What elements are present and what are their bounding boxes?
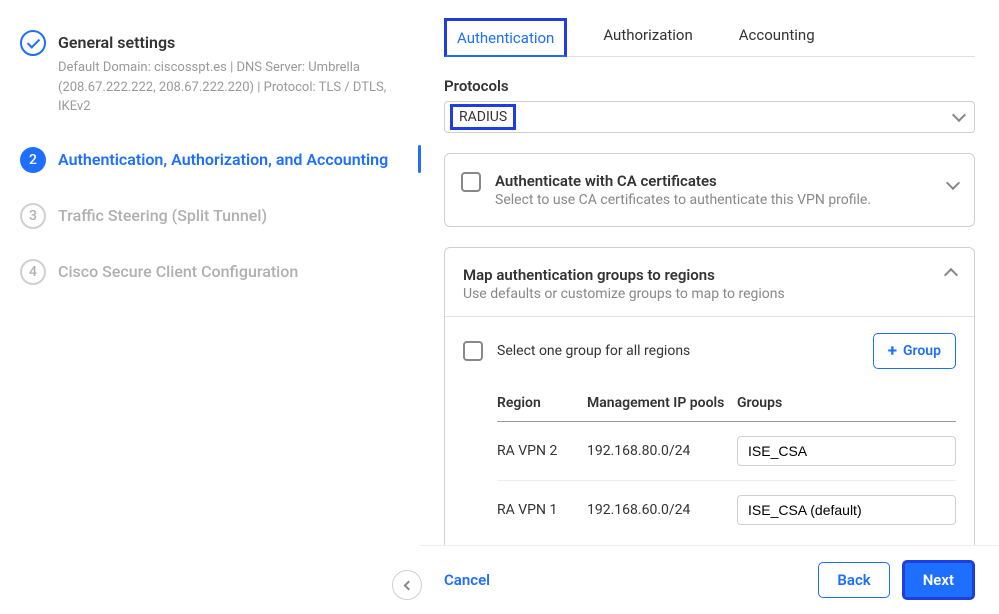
step2-title: Authentication, Authorization, and Accou…	[58, 147, 400, 173]
group-input[interactable]	[737, 436, 956, 466]
step-aaa[interactable]: 2 Authentication, Authorization, and Acc…	[20, 147, 400, 173]
ca-cert-sub: Select to use CA certificates to authent…	[495, 192, 871, 208]
group-btn-label: Group	[903, 343, 941, 359]
th-region: Region	[497, 395, 587, 411]
next-button[interactable]: Next	[902, 560, 975, 600]
add-group-button[interactable]: Group	[873, 333, 956, 369]
step4-num: 4	[20, 259, 46, 285]
tab-authentication[interactable]: Authentication	[444, 18, 567, 57]
select-all-label: Select one group for all regions	[497, 343, 690, 359]
protocols-value: RADIUS	[450, 104, 516, 130]
ca-cert-panel[interactable]: Authenticate with CA certificates Select…	[444, 153, 975, 227]
ca-cert-title: Authenticate with CA certificates	[495, 172, 871, 190]
cell-ip: 192.168.80.0/24	[587, 443, 737, 459]
tab-authorization[interactable]: Authorization	[593, 18, 702, 56]
group-input[interactable]	[737, 495, 956, 525]
step3-num: 3	[20, 203, 46, 229]
step-secure-client[interactable]: 4 Cisco Secure Client Configuration	[20, 259, 400, 285]
step4-title: Cisco Secure Client Configuration	[58, 259, 400, 285]
step2-num: 2	[20, 147, 46, 173]
chevron-up-icon[interactable]	[944, 268, 958, 282]
step1-desc: Default Domain: ciscosspt.es | DNS Serve…	[58, 58, 400, 117]
chevron-down-icon	[952, 108, 966, 122]
tabs: Authentication Authorization Accounting	[444, 18, 975, 57]
wizard-sidebar: General settings Default Domain: ciscoss…	[0, 0, 420, 614]
cell-region: RA VPN 2	[497, 443, 587, 459]
step-traffic-steering[interactable]: 3 Traffic Steering (Split Tunnel)	[20, 203, 400, 229]
chevron-down-icon	[946, 176, 960, 190]
step1-title: General settings	[58, 30, 400, 56]
plus-icon	[888, 341, 897, 361]
table-row: RA VPN 2 192.168.80.0/24	[497, 422, 956, 481]
ca-cert-checkbox[interactable]	[461, 172, 481, 192]
main-panel: Authentication Authorization Accounting …	[420, 0, 999, 614]
chevron-left-icon	[404, 580, 414, 590]
map-title: Map authentication groups to regions	[463, 266, 785, 284]
back-button[interactable]: Back	[818, 562, 889, 598]
protocols-select[interactable]: RADIUS	[444, 101, 975, 133]
table-row: RA VPN 1 192.168.60.0/24	[497, 481, 956, 539]
map-groups-panel: Map authentication groups to regions Use…	[444, 247, 975, 545]
select-all-checkbox[interactable]	[463, 341, 483, 361]
th-groups: Groups	[737, 395, 956, 411]
tab-accounting[interactable]: Accounting	[729, 18, 825, 56]
protocols-label: Protocols	[444, 77, 975, 95]
step3-title: Traffic Steering (Split Tunnel)	[58, 203, 400, 229]
check-icon	[20, 30, 46, 56]
active-step-indicator	[418, 145, 421, 173]
cancel-button[interactable]: Cancel	[444, 571, 490, 589]
cell-region: RA VPN 1	[497, 502, 587, 518]
collapse-sidebar-button[interactable]	[392, 570, 422, 600]
th-ip: Management IP pools	[587, 395, 737, 411]
regions-table: Region Management IP pools Groups RA VPN…	[445, 385, 974, 545]
map-sub: Use defaults or customize groups to map …	[463, 286, 785, 302]
cell-ip: 192.168.60.0/24	[587, 502, 737, 518]
step-general-settings[interactable]: General settings Default Domain: ciscoss…	[20, 30, 400, 117]
footer: Cancel Back Next	[420, 545, 999, 614]
